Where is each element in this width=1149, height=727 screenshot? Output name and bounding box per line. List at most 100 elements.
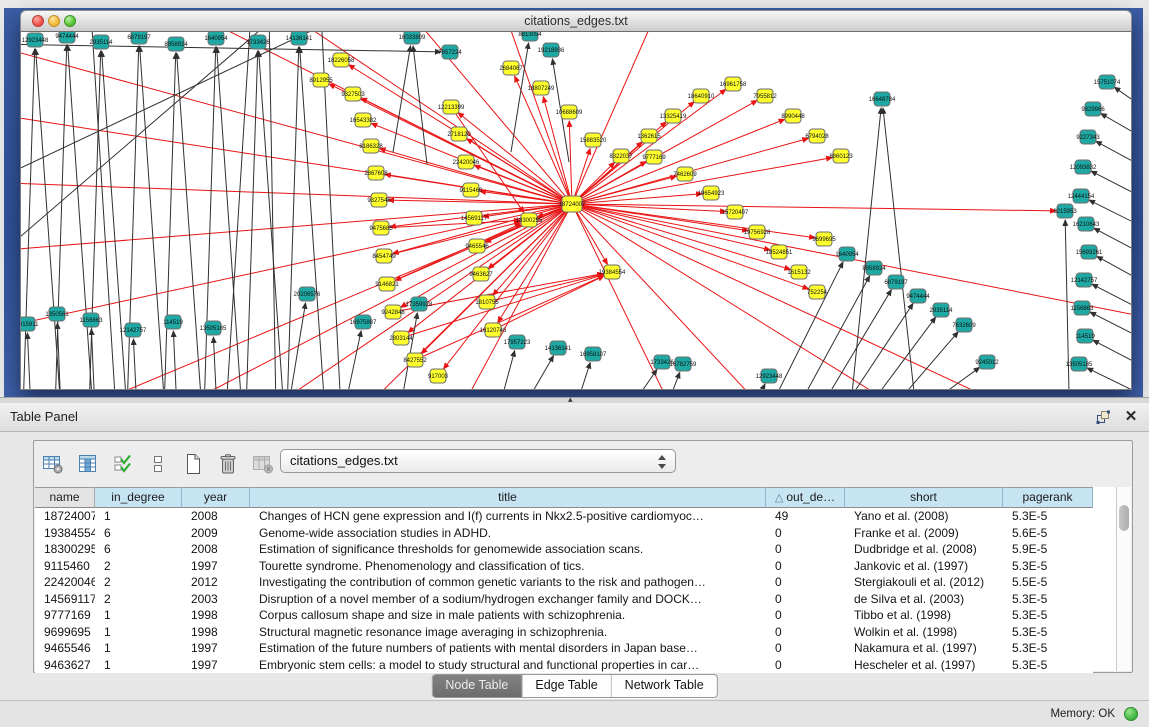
network-window-titlebar[interactable]: citations_edges.txt — [20, 10, 1132, 32]
table-cell[interactable]: 5.3E-5 — [1003, 508, 1093, 525]
new-table-icon[interactable] — [180, 450, 206, 478]
graph-node[interactable]: 8860123 — [829, 149, 853, 163]
tab-node-table[interactable]: Node Table — [432, 675, 521, 697]
table-cell[interactable]: 2008 — [182, 541, 250, 558]
graph-node[interactable]: 1615132 — [787, 265, 811, 279]
table-cell[interactable]: 2 — [95, 574, 182, 591]
table-cell[interactable]: de Silva et al. (2003) — [845, 591, 1003, 608]
table-cell[interactable]: 5.6E-5 — [1003, 525, 1093, 542]
graph-node[interactable]: 1156863 — [80, 313, 104, 327]
graph-node[interactable]: 18724007 — [559, 196, 586, 212]
table-cell[interactable]: Genome-wide association studies in ADHD. — [250, 525, 766, 542]
graph-node[interactable]: 16961758 — [720, 77, 747, 91]
table-cell[interactable]: 5.3E-5 — [1003, 607, 1093, 624]
table-cell[interactable]: 9699695 — [35, 624, 95, 641]
graph-node[interactable]: 19756928 — [744, 225, 771, 239]
table-cell[interactable]: Embryonic stem cells: a model to study s… — [250, 657, 766, 674]
table-cell[interactable]: 9463627 — [35, 657, 95, 674]
table-cell[interactable]: Tourette syndrome. Phenomenology and cla… — [250, 558, 766, 575]
graph-node[interactable]: 7632609 — [952, 318, 976, 332]
table-cell[interactable]: Estimation of significance thresholds fo… — [250, 541, 766, 558]
graph-node[interactable]: 2935114 — [930, 303, 954, 317]
show-columns-icon[interactable] — [75, 450, 101, 478]
float-window-icon[interactable] — [1095, 409, 1111, 425]
graph-node[interactable]: 114519 — [163, 315, 183, 329]
table-cell[interactable]: 0 — [766, 624, 845, 641]
table-cell[interactable]: 1 — [95, 657, 182, 674]
row-toggle-icon[interactable] — [145, 450, 171, 478]
graph-node[interactable]: 2803144 — [389, 331, 413, 345]
graph-node[interactable]: 1733426 — [246, 35, 270, 49]
table-cell[interactable]: 1 — [95, 508, 182, 525]
table-cell[interactable]: 2 — [95, 558, 182, 575]
table-cell[interactable]: Disruption of a novel member of a sodium… — [250, 591, 766, 608]
column-header-title[interactable]: title — [250, 487, 766, 508]
table-cell[interactable]: Yano et al. (2008) — [845, 508, 1003, 525]
graph-node[interactable]: 12923448 — [756, 369, 783, 383]
table-cell[interactable]: Investigating the contribution of common… — [250, 574, 766, 591]
graph-node[interactable]: 9115460 — [460, 183, 484, 197]
table-cell[interactable]: Franke et al. (2009) — [845, 525, 1003, 542]
graph-node[interactable]: 2684067 — [499, 61, 523, 75]
column-header-year[interactable]: year — [182, 487, 250, 508]
graph-node[interactable]: 7462609 — [673, 167, 697, 181]
graph-node[interactable]: 752254 — [807, 285, 828, 299]
table-row[interactable]: 969969511998Structural magnetic resonanc… — [35, 624, 1093, 641]
table-cell[interactable]: 1998 — [182, 624, 250, 641]
graph-node[interactable]: 19654923 — [698, 186, 725, 200]
graph-node[interactable]: 1640954 — [204, 32, 228, 45]
table-row[interactable]: 1830029562008Estimation of significance … — [35, 541, 1093, 558]
table-cell[interactable]: 22420046 — [35, 574, 95, 591]
scrollbar-thumb[interactable] — [1119, 505, 1129, 531]
table-row[interactable]: 1456911722003Disruption of a novel membe… — [35, 591, 1093, 608]
graph-node[interactable]: 8454749 — [372, 249, 396, 263]
graph-node[interactable]: 13505185 — [200, 321, 227, 335]
network-canvas[interactable]: 1822605889129559327503165433828186328286… — [20, 32, 1132, 390]
table-cell[interactable]: 2012 — [182, 574, 250, 591]
graph-node[interactable]: 8215953 — [1053, 204, 1077, 218]
graph-node[interactable]: 17957223 — [504, 335, 531, 349]
graph-node[interactable]: 9475685 — [369, 221, 393, 235]
column-header-indegree[interactable]: in_degree — [95, 487, 182, 508]
graph-node[interactable]: 7955812 — [753, 89, 777, 103]
table-cell[interactable]: 0 — [766, 558, 845, 575]
table-cell[interactable]: Nakamura et al. (1997) — [845, 640, 1003, 657]
graph-node[interactable]: 22420046 — [453, 155, 480, 169]
graph-node[interactable]: 917003 — [428, 369, 449, 383]
graph-node[interactable]: 1350561 — [45, 307, 69, 321]
select-rows-icon[interactable] — [110, 450, 136, 478]
table-cell[interactable]: 9777169 — [35, 607, 95, 624]
close-button[interactable] — [32, 15, 44, 27]
graph-node[interactable]: 15751074 — [1094, 75, 1121, 89]
table-cell[interactable]: 1997 — [182, 640, 250, 657]
graph-node[interactable]: 8990448 — [781, 109, 805, 123]
graph-node[interactable]: 14136141 — [286, 32, 313, 45]
table-cell[interactable]: 0 — [766, 574, 845, 591]
table-row[interactable]: 977716911998Corpus callosum shape and si… — [35, 607, 1093, 624]
table-cell[interactable]: 5.3E-5 — [1003, 657, 1093, 674]
table-row[interactable]: 946554611997Estimation of the future num… — [35, 640, 1093, 657]
table-cell[interactable]: 5.9E-5 — [1003, 541, 1093, 558]
graph-node[interactable]: 8813054 — [518, 32, 542, 41]
graph-node[interactable]: 1156863 — [1071, 301, 1095, 315]
column-header-outde[interactable]: △out_de… — [766, 487, 845, 508]
graph-node[interactable]: 8958924 — [164, 37, 188, 51]
graph-node[interactable]: 8912955 — [309, 73, 333, 87]
table-cell[interactable]: Changes of HCN gene expression and I(f) … — [250, 508, 766, 525]
table-cell[interactable]: 1997 — [182, 657, 250, 674]
table-cell[interactable]: 5.3E-5 — [1003, 640, 1093, 657]
table-cell[interactable]: 5.3E-5 — [1003, 591, 1093, 608]
table-cell[interactable]: Corpus callosum shape and size in male p… — [250, 607, 766, 624]
table-cell[interactable]: 14569117 — [35, 591, 95, 608]
table-cell[interactable]: Stergiakouli et al. (2012) — [845, 574, 1003, 591]
graph-node[interactable]: 8958924 — [862, 261, 886, 275]
table-cell[interactable]: 18300295 — [35, 541, 95, 558]
table-cell[interactable]: 2003 — [182, 591, 250, 608]
graph-node[interactable]: 2935114 — [90, 35, 114, 49]
table-source-selector[interactable]: citations_edges.txt — [280, 449, 676, 473]
graph-node[interactable]: 9146821 — [375, 277, 399, 291]
column-header-short[interactable]: short — [845, 487, 1003, 508]
table-cell[interactable]: 1 — [95, 640, 182, 657]
table-cell[interactable]: 0 — [766, 657, 845, 674]
table-cell[interactable]: Dudbridge et al. (2008) — [845, 541, 1003, 558]
